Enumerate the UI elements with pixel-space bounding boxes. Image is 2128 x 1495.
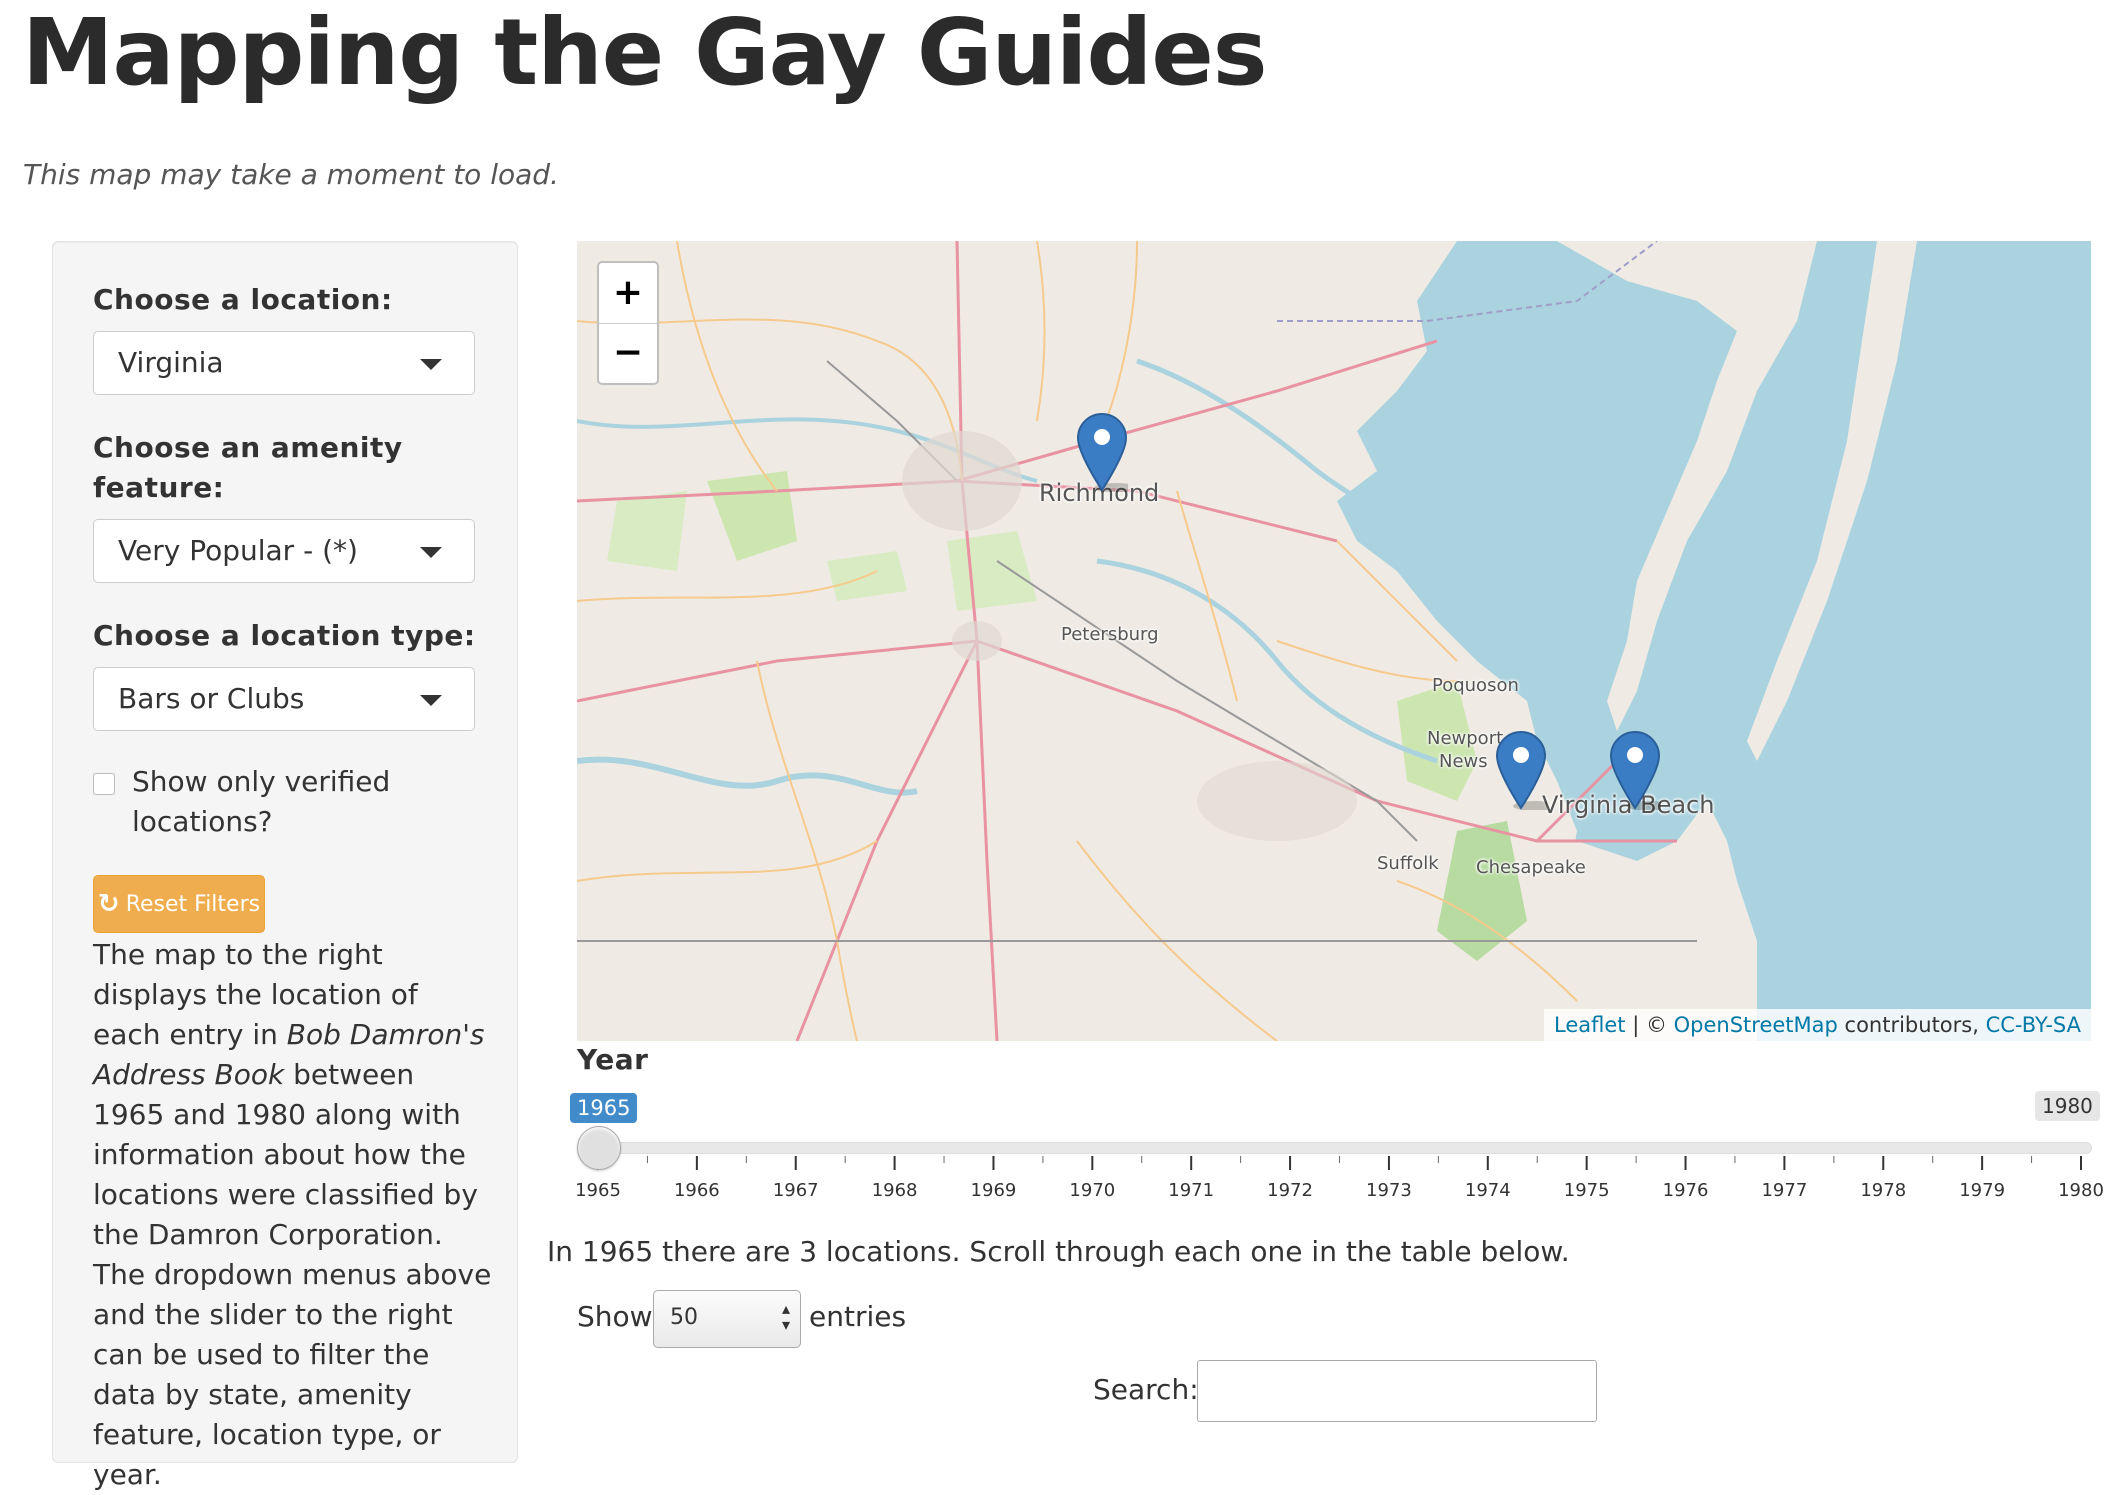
entries-per-page-select[interactable]: 50 ▴ ▾: [653, 1290, 801, 1348]
city-label-news: News: [1439, 751, 1488, 772]
amenity-label: Choose an amenity feature:: [93, 431, 403, 504]
caret-down-icon: [420, 359, 442, 370]
map-view[interactable]: + − Richmond Petersburg Poquoson Newport…: [577, 241, 2091, 1041]
slider-tick-label: 1973: [1366, 1180, 1412, 1201]
map-marker-icon[interactable]: [1609, 730, 1661, 810]
caret-down-icon: [420, 695, 442, 706]
slider-tick-label: 1967: [772, 1180, 819, 1201]
location-type-select[interactable]: Bars or Clubs: [93, 667, 475, 731]
loading-note: This map may take a moment to load.: [23, 158, 559, 191]
caret-down-icon: [420, 547, 442, 558]
slider-tick-label: 1976: [1662, 1180, 1709, 1201]
slider-tick-label: 1974: [1464, 1180, 1511, 1201]
entries-per-page-value: 50: [670, 1305, 698, 1330]
amenity-select[interactable]: Very Popular - (*): [93, 519, 475, 583]
slider-tick-label: 1978: [1860, 1180, 1907, 1201]
slider-tick-label: 1966: [673, 1180, 720, 1201]
results-info: In 1965 there are 3 locations. Scroll th…: [547, 1235, 1570, 1268]
verified-checkbox-label[interactable]: Show only verified locations?: [132, 762, 432, 842]
year-slider-label: Year: [577, 1043, 649, 1076]
map-attribution: Leaflet | © OpenStreetMap contributors, …: [1544, 1009, 2091, 1041]
location-select[interactable]: Virginia: [93, 331, 475, 395]
sidebar-description: The map to the right displays the locati…: [93, 938, 492, 1491]
slider-tick-label: 1968: [871, 1180, 918, 1201]
city-label-petersburg: Petersburg: [1061, 624, 1159, 645]
refresh-icon: ↻: [97, 889, 120, 919]
map-marker-icon[interactable]: [1076, 412, 1128, 492]
city-label-newport: Newport: [1427, 728, 1504, 749]
amenity-select-value: Very Popular - (*): [118, 534, 358, 567]
location-select-value: Virginia: [118, 346, 224, 379]
slider-tick-label: 1969: [970, 1180, 1017, 1201]
osm-link[interactable]: OpenStreetMap: [1674, 1013, 1838, 1037]
location-type-select-value: Bars or Clubs: [118, 682, 305, 715]
slider-tick-label: 1972: [1267, 1180, 1313, 1201]
search-label: Search:: [1093, 1373, 1199, 1406]
city-label-suffolk: Suffolk: [1377, 853, 1439, 874]
slider-tick-label: 1977: [1761, 1180, 1808, 1201]
zoom-out-button[interactable]: −: [599, 323, 657, 383]
zoom-control: + −: [597, 261, 659, 385]
slider-tick-label: 1975: [1563, 1180, 1610, 1201]
year-slider-track[interactable]: [598, 1142, 2092, 1154]
location-type-label: Choose a location type:: [93, 619, 476, 652]
leaflet-link[interactable]: Leaflet: [1554, 1013, 1626, 1037]
reset-filters-button[interactable]: ↻ Reset Filters: [93, 875, 265, 933]
page-title: Mapping the Gay Guides: [22, 0, 1267, 106]
slider-tick-label: 1980: [2058, 1180, 2104, 1201]
city-label-poquoson: Poquoson: [1432, 675, 1519, 696]
slider-tick-label: 1971: [1168, 1180, 1215, 1201]
slider-tick-label: 1970: [1069, 1180, 1116, 1201]
location-label: Choose a location:: [93, 283, 393, 316]
slider-max-tag: 1980: [2035, 1091, 2100, 1121]
reset-filters-label: Reset Filters: [125, 891, 261, 917]
filter-sidebar: Choose a location: Virginia Choose an am…: [52, 241, 518, 1491]
zoom-in-button[interactable]: +: [599, 263, 657, 324]
entries-label: entries: [809, 1300, 907, 1333]
map-marker-icon[interactable]: [1495, 730, 1547, 810]
search-input[interactable]: [1197, 1360, 1597, 1422]
slider-min-tag: 1965: [570, 1093, 638, 1123]
show-label: Show: [577, 1300, 653, 1333]
select-arrows-icon: ▴ ▾: [781, 1299, 790, 1334]
verified-checkbox[interactable]: [93, 773, 115, 795]
city-label-chesapeake: Chesapeake: [1476, 857, 1586, 878]
map-tiles: [577, 241, 2091, 1041]
slider-tick-label: 1965: [575, 1180, 621, 1201]
license-link[interactable]: CC-BY-SA: [1986, 1013, 2081, 1037]
slider-tick-label: 1979: [1959, 1180, 2006, 1201]
year-slider-handle[interactable]: [577, 1126, 621, 1170]
